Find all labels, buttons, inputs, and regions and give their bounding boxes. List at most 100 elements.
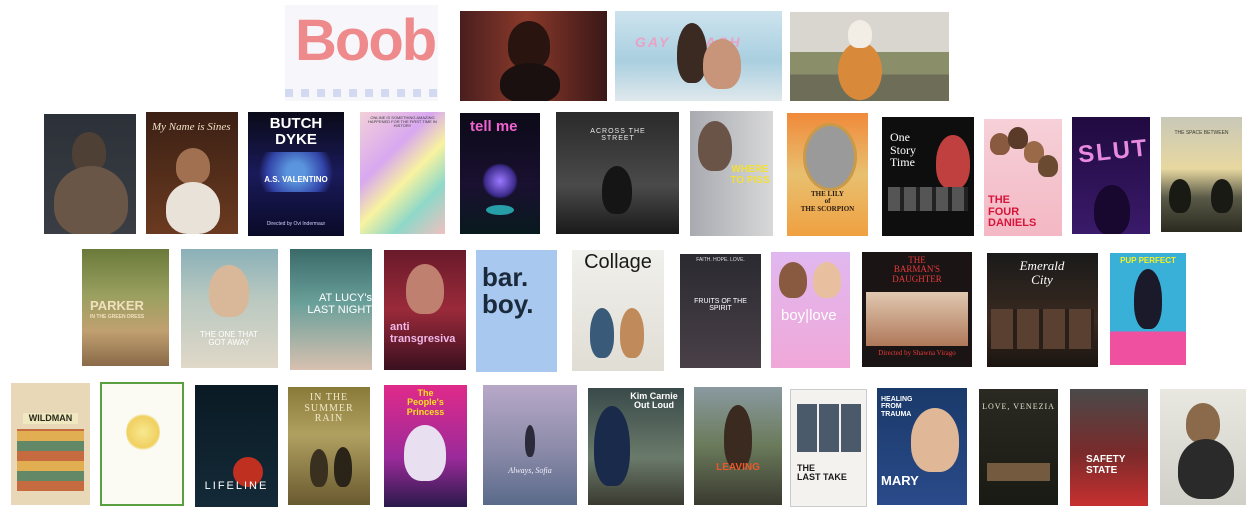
poster-still-bunny-cutout[interactable] bbox=[790, 12, 949, 101]
person-figure bbox=[813, 262, 841, 298]
poster-four-daniels[interactable]: THE FOUR DANIELS bbox=[984, 119, 1062, 236]
glitter-field bbox=[254, 152, 338, 192]
poster-tagline: ONLINE IS SOMETHING AMAZING HAPPENED FOR… bbox=[368, 115, 437, 129]
poster-parker[interactable]: PARKER IN THE GREEN DRESS bbox=[82, 249, 169, 366]
poster-title: THE LILY of THE SCORPION bbox=[800, 190, 855, 213]
person-figure bbox=[310, 449, 328, 487]
poster-title: Collage bbox=[584, 251, 652, 273]
person-figure bbox=[508, 21, 550, 69]
poster-peoples-princess[interactable]: The People's Princess bbox=[384, 385, 467, 507]
speaker-glow bbox=[486, 205, 514, 215]
poster-love-venezia[interactable]: LOVE, VENEZIA bbox=[979, 389, 1058, 505]
poster-title: THE LAST TAKE bbox=[797, 463, 847, 483]
poster-title: My Name is Sines bbox=[152, 121, 231, 133]
poster-title: One Story Time bbox=[890, 130, 917, 170]
poster-lily-scorpion[interactable]: THE LILY of THE SCORPION bbox=[787, 113, 868, 236]
poster-one-that-got-away[interactable]: THE ONE THAT GOT AWAY bbox=[181, 249, 278, 368]
poster-title: Boob bbox=[295, 8, 437, 73]
poster-name: A.S. VALENTINO bbox=[264, 175, 328, 184]
poster-title: PUP PERFECT bbox=[1120, 256, 1176, 265]
poster-title: Kim Carnie Out Loud bbox=[630, 391, 678, 411]
poster-last-take[interactable]: THE LAST TAKE bbox=[790, 389, 867, 507]
poster-across-the-street[interactable]: ACROSS THE STREET bbox=[556, 112, 679, 234]
poster-my-name[interactable]: My Name is Sines bbox=[146, 112, 238, 234]
lily-drawing bbox=[126, 412, 160, 452]
person-figure bbox=[703, 39, 741, 89]
scene-photo bbox=[866, 292, 968, 346]
person-figure bbox=[911, 408, 959, 472]
poster-title: BUTCH DYKE bbox=[269, 115, 323, 148]
person-figure bbox=[594, 406, 630, 486]
person-figure bbox=[1134, 269, 1162, 329]
poster-summer-rain[interactable]: IN THE SUMMER RAIN bbox=[288, 387, 370, 505]
poster-boylove[interactable]: boy|love bbox=[771, 252, 850, 368]
poster-space-between[interactable]: THE SPACE BETWEEN bbox=[1161, 117, 1242, 232]
poster-emerald-city[interactable]: Emerald City bbox=[987, 253, 1098, 367]
poster-floral[interactable] bbox=[100, 382, 184, 506]
poster-credit: Directed by Shawna Virago bbox=[878, 349, 956, 357]
poster-where-to-piss[interactable]: WHERE TO PISS bbox=[690, 111, 773, 236]
poster-still-red-room[interactable] bbox=[460, 11, 607, 101]
poster-title: bar. boy. bbox=[482, 262, 534, 320]
poster-back-of-man[interactable] bbox=[44, 114, 136, 234]
poster-title: THE ONE THAT GOT AWAY bbox=[200, 330, 258, 348]
poster-tagline: FAITH. HOPE. LOVE. bbox=[696, 257, 745, 263]
poster-title: MARY bbox=[881, 473, 919, 488]
person-figure bbox=[936, 135, 970, 189]
poster-fruits-of-the-spirit[interactable]: FAITH. HOPE. LOVE. FRUITS OF THE SPIRIT bbox=[680, 254, 761, 368]
person-figure bbox=[525, 425, 535, 457]
poster-butch-dyke[interactable]: BUTCH DYKE A.S. VALENTINO Directed by Ov… bbox=[248, 112, 344, 236]
bed-scene bbox=[987, 463, 1050, 481]
poster-credit: Directed by Ovi Indermaur bbox=[266, 221, 326, 227]
oval-frame bbox=[803, 123, 857, 191]
poster-lifeline[interactable]: LIFELINE bbox=[195, 385, 278, 507]
poster-mary[interactable]: HEALING FROM TRAUMA MARY bbox=[877, 388, 967, 505]
person-figure bbox=[334, 447, 352, 487]
person-figure bbox=[779, 262, 807, 298]
person-figure bbox=[620, 308, 644, 358]
poster-pup-perfect[interactable]: PUP PERFECT bbox=[1110, 253, 1186, 365]
poster-kim-carnie[interactable]: Kim Carnie Out Loud bbox=[588, 388, 684, 505]
poster-barmans-daughter[interactable]: THE BARMAN'S DAUGHTER Directed by Shawna… bbox=[862, 252, 972, 367]
poster-every-body[interactable]: ONLINE IS SOMETHING AMAZING HAPPENED FOR… bbox=[360, 112, 445, 234]
poster-title: IN THE SUMMER RAIN bbox=[304, 392, 354, 424]
poster-boob[interactable]: Boob bbox=[285, 5, 438, 101]
cutout-head bbox=[848, 20, 872, 48]
poster-title: THE BARMAN'S DAUGHTER bbox=[892, 255, 942, 284]
poster-leaving[interactable]: LEAVING bbox=[694, 387, 782, 505]
person-figure bbox=[590, 308, 614, 358]
lamp-glow bbox=[482, 163, 518, 199]
poster-at-lucys[interactable]: AT LUCY's LAST NIGHT bbox=[290, 249, 372, 370]
person-figure bbox=[209, 265, 249, 317]
poster-title: AT LUCY's LAST NIGHT bbox=[307, 292, 372, 316]
still-grid bbox=[797, 404, 862, 452]
poster-bar-boy[interactable]: bar. boy. bbox=[476, 250, 557, 372]
person-figure bbox=[1211, 179, 1233, 213]
poster-title: LIFELINE bbox=[204, 480, 269, 492]
poster-one-story-time[interactable]: One Story Time bbox=[882, 117, 974, 236]
poster-title: LOVE, VENEZIA bbox=[982, 402, 1055, 411]
person-figure bbox=[1094, 185, 1130, 234]
person-figure bbox=[990, 133, 1010, 155]
cutout-figure bbox=[838, 42, 882, 100]
poster-collage[interactable]: Collage bbox=[572, 250, 664, 371]
person-figure bbox=[166, 182, 220, 234]
person-figure bbox=[1186, 403, 1220, 443]
poster-title: Emerald City bbox=[1019, 258, 1065, 287]
poster-tell-me[interactable]: tell me bbox=[460, 113, 540, 234]
poster-anti-transgresiva[interactable]: anti transgresiva bbox=[384, 250, 466, 370]
poster-always-sofia[interactable]: Always, Sofia bbox=[483, 385, 577, 505]
poster-safety-state[interactable]: SAFETY STATE bbox=[1070, 389, 1148, 506]
pattern-strip bbox=[285, 89, 438, 97]
cast-strip bbox=[991, 309, 1094, 349]
poster-title: PARKER bbox=[90, 298, 144, 313]
person-figure bbox=[602, 166, 632, 214]
poster-wildman[interactable]: WILDMAN bbox=[11, 383, 90, 505]
poster-title: THE FOUR DANIELS bbox=[988, 194, 1037, 230]
poster-title: Always, Sofia bbox=[508, 466, 552, 475]
poster-subtitle: IN THE GREEN DRESS bbox=[90, 314, 145, 320]
poster-still-couch[interactable] bbox=[1160, 389, 1246, 505]
poster-gay-beach[interactable]: GAY BEACH bbox=[615, 11, 782, 101]
person-figure bbox=[500, 63, 560, 101]
poster-slut[interactable]: SLUT bbox=[1072, 117, 1150, 234]
